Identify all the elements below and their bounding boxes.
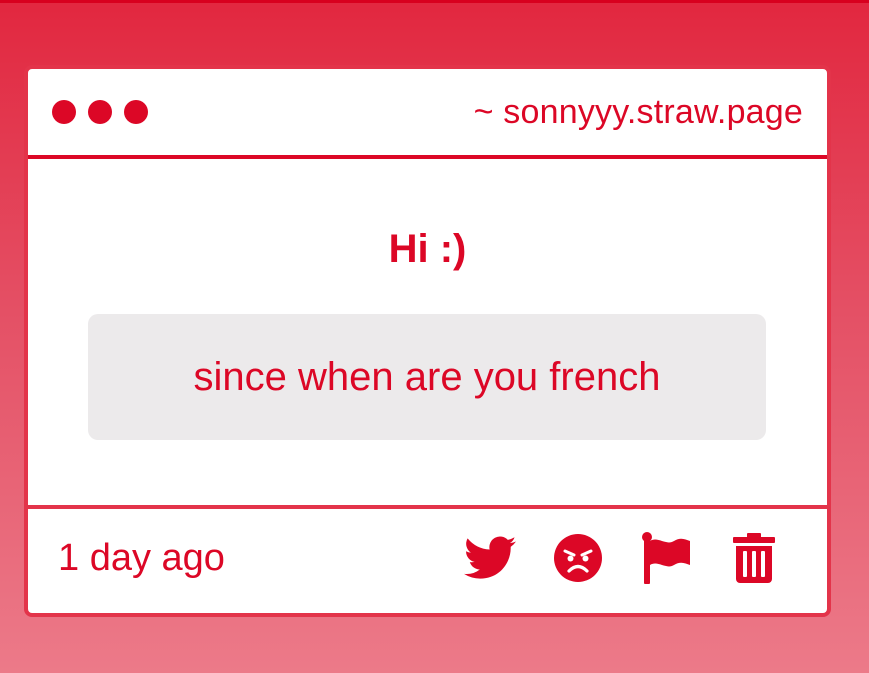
top-edge (0, 0, 869, 3)
twitter-icon (464, 536, 516, 579)
window-dot-2[interactable] (88, 100, 112, 124)
window-controls (52, 100, 148, 124)
delete-button[interactable] (727, 531, 781, 585)
timestamp: 1 day ago (58, 536, 225, 579)
share-twitter-button[interactable] (463, 531, 517, 585)
card-body: Hi :) since when are you french (28, 159, 827, 509)
card-header: ~ sonnyyy.straw.page (28, 69, 827, 159)
report-button[interactable] (639, 531, 693, 585)
message-text: since when are you french (193, 354, 661, 399)
window-dot-1[interactable] (52, 100, 76, 124)
message-box: since when are you french (88, 314, 766, 440)
flag-icon (642, 532, 690, 584)
angry-face-icon (554, 534, 602, 582)
action-bar (463, 531, 781, 585)
message-card: ~ sonnyyy.straw.page Hi :) since when ar… (24, 65, 831, 617)
prompt-title: Hi :) (388, 227, 467, 271)
react-button[interactable] (551, 531, 605, 585)
window-dot-3[interactable] (124, 100, 148, 124)
card-footer: 1 day ago (28, 509, 827, 613)
site-url[interactable]: ~ sonnyyy.straw.page (474, 93, 803, 132)
trash-icon (733, 533, 775, 583)
